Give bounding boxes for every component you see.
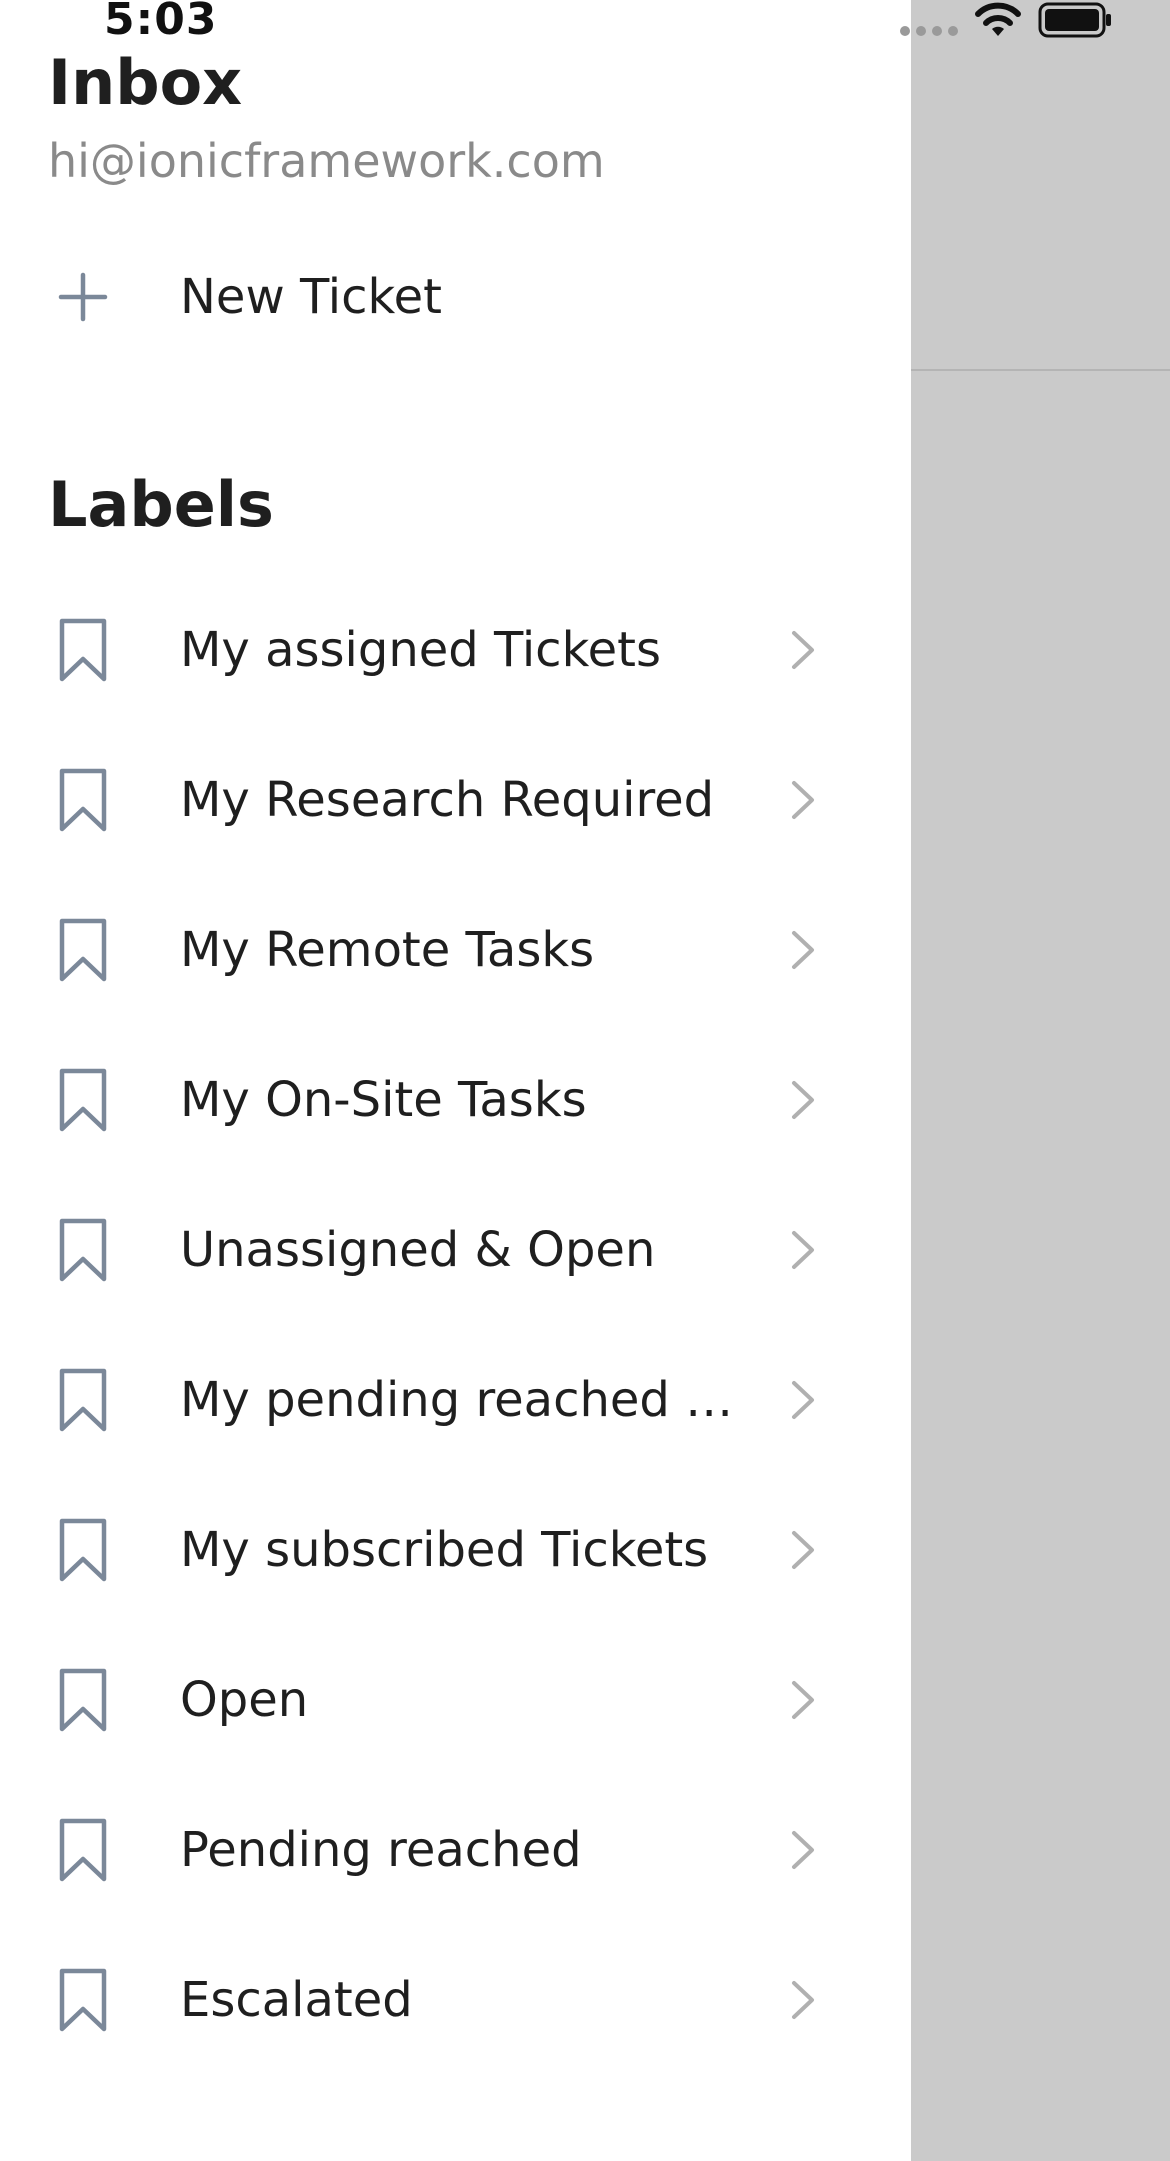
- labels-heading: Labels: [48, 468, 274, 541]
- plus-icon: [58, 272, 108, 322]
- bookmark-icon: [59, 618, 107, 682]
- chevron-right-icon: [792, 1081, 814, 1119]
- label-item-my-on-site-tasks[interactable]: My On-Site Tasks: [0, 1025, 911, 1175]
- label-item-pending-reached[interactable]: Pending reached: [0, 1775, 911, 1925]
- label-item-text: My Research Required: [180, 772, 715, 828]
- bookmark-icon: [59, 1068, 107, 1132]
- label-item-my-subscribed-tickets[interactable]: My subscribed Tickets: [0, 1475, 911, 1625]
- status-time: 5:03: [104, 0, 218, 45]
- label-item-open[interactable]: Open: [0, 1625, 911, 1775]
- bookmark-icon: [59, 918, 107, 982]
- label-item-text: Escalated: [180, 1972, 413, 2028]
- side-menu: Inbox hi@ionicframework.com New Ticket L…: [0, 0, 911, 2161]
- label-item-my-remote-tasks[interactable]: My Remote Tasks: [0, 875, 911, 1025]
- new-ticket-label: New Ticket: [180, 269, 442, 325]
- new-ticket-button[interactable]: New Ticket: [0, 222, 911, 372]
- chevron-right-icon: [792, 931, 814, 969]
- label-item-my-research-required[interactable]: My Research Required: [0, 725, 911, 875]
- status-icons: [900, 0, 1114, 40]
- chevron-right-icon: [792, 1831, 814, 1869]
- menu-email: hi@ionicframework.com: [48, 134, 605, 188]
- label-item-text: My On-Site Tasks: [180, 1072, 587, 1128]
- chevron-right-icon: [792, 781, 814, 819]
- battery-icon: [1038, 2, 1111, 38]
- bookmark-icon: [59, 768, 107, 832]
- menu-title: Inbox: [48, 46, 243, 119]
- menu-backdrop[interactable]: [911, 0, 1170, 2161]
- bookmark-icon: [59, 1818, 107, 1882]
- screen: Inbox hi@ionicframework.com New Ticket L…: [0, 0, 1170, 2161]
- chevron-right-icon: [792, 1531, 814, 1569]
- wifi-icon: [975, 2, 1021, 36]
- label-item-text: My subscribed Tickets: [180, 1522, 709, 1578]
- label-item-text: My Remote Tasks: [180, 922, 595, 978]
- chevron-right-icon: [792, 631, 814, 669]
- label-item-my-assigned-tickets[interactable]: My assigned Tickets: [0, 575, 911, 725]
- label-item-text: Unassigned & Open: [180, 1222, 656, 1278]
- bookmark-icon: [59, 1968, 107, 2032]
- bookmark-icon: [59, 1218, 107, 1282]
- bookmark-icon: [59, 1668, 107, 1732]
- label-item-text: My pending reached Tickets: [180, 1372, 750, 1428]
- label-item-text: Open: [180, 1672, 309, 1728]
- label-item-escalated[interactable]: Escalated: [0, 1925, 911, 2075]
- chevron-right-icon: [792, 1381, 814, 1419]
- bookmark-icon: [59, 1518, 107, 1582]
- cellular-signal-icon: [900, 26, 958, 36]
- label-item-unassigned-open[interactable]: Unassigned & Open: [0, 1175, 911, 1325]
- chevron-right-icon: [792, 1981, 814, 2019]
- bookmark-icon: [59, 1368, 107, 1432]
- label-item-my-pending-reached-tickets[interactable]: My pending reached Tickets: [0, 1325, 911, 1475]
- chevron-right-icon: [792, 1231, 814, 1269]
- label-item-text: My assigned Tickets: [180, 622, 662, 678]
- label-item-text: Pending reached: [180, 1822, 582, 1878]
- chevron-right-icon: [792, 1681, 814, 1719]
- backdrop-divider: [911, 369, 1170, 371]
